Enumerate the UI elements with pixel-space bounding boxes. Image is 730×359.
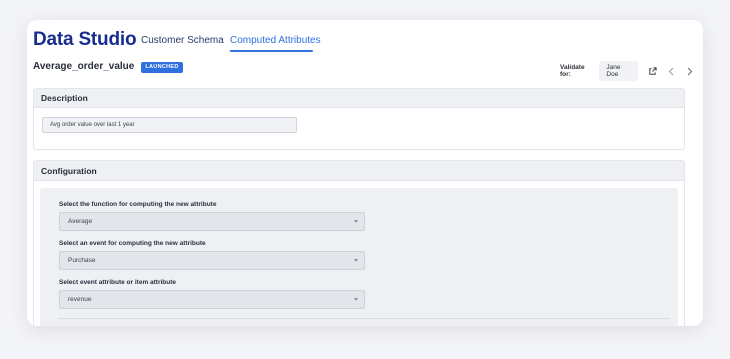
configuration-title: Configuration: [41, 165, 97, 176]
external-link-icon[interactable]: [648, 65, 658, 77]
validate-user-select[interactable]: Jane Doe: [599, 61, 638, 81]
chevron-left-icon[interactable]: [666, 65, 676, 77]
attribute-name: Average_order_value: [33, 61, 135, 72]
chevron-down-icon: [354, 259, 358, 262]
section-divider: [58, 318, 670, 319]
validate-label: Validate for:: [560, 64, 585, 78]
configuration-header: Configuration: [34, 161, 684, 181]
function-select[interactable]: Average: [59, 212, 365, 231]
status-badge: LAUNCHED: [141, 61, 183, 73]
event-field-label: Select an event for computing the new at…: [59, 240, 206, 247]
chevron-down-icon: [354, 298, 358, 301]
tab-customer-schema[interactable]: Customer Schema: [141, 34, 224, 48]
app-title: Data Studio: [33, 29, 137, 50]
function-field-label: Select the function for computing the ne…: [59, 201, 217, 208]
description-title: Description: [41, 93, 88, 103]
app-window: Data Studio Customer Schema Computed Att…: [27, 20, 703, 326]
configuration-panel: Configuration Select the function for co…: [33, 160, 685, 326]
event-select[interactable]: Purchase: [59, 251, 365, 270]
attribute-field-label: Select event attribute or item attribute: [59, 279, 177, 286]
validate-bar: Validate for: Jane Doe: [560, 61, 703, 81]
description-input[interactable]: Avg order value over last 1 year: [42, 117, 297, 133]
attribute-select[interactable]: revenue: [59, 290, 365, 309]
attribute-select-value: revenue: [68, 296, 92, 303]
attribute-header: Average_order_value LAUNCHED: [33, 60, 183, 74]
function-select-value: Average: [68, 218, 93, 225]
top-navigation: Data Studio Customer Schema Computed Att…: [33, 28, 693, 58]
description-panel: Description Avg order value over last 1 …: [33, 88, 685, 150]
chevron-down-icon: [354, 220, 358, 223]
tab-computed-attributes[interactable]: Computed Attributes: [230, 34, 321, 48]
chevron-right-icon[interactable]: [685, 65, 695, 77]
description-header: Description: [34, 89, 684, 108]
configuration-body: Select the function for computing the ne…: [40, 188, 678, 326]
active-tab-indicator: [230, 50, 313, 52]
event-select-value: Purchase: [68, 257, 96, 264]
